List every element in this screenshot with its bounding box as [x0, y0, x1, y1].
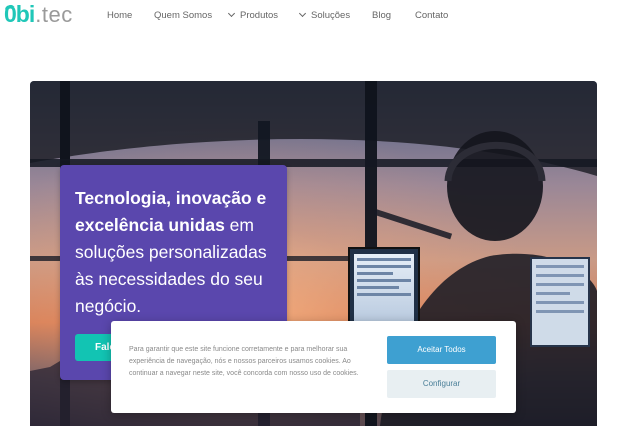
logo-word: .tec: [35, 2, 73, 27]
monitor-image: [530, 257, 590, 347]
nav-item-contato[interactable]: Contato: [415, 10, 448, 21]
nav-item-solucoes[interactable]: Soluções: [298, 9, 350, 21]
nav-item-produtos[interactable]: Produtos: [227, 9, 278, 21]
logo-mark: 0bi: [4, 1, 35, 27]
logo[interactable]: 0bi .tec: [4, 1, 73, 31]
cookie-banner: Para garantir que este site funcione cor…: [111, 321, 516, 413]
chevron-down-icon: [227, 9, 236, 18]
chevron-down-icon: [298, 9, 307, 18]
nav-item-blog[interactable]: Blog: [372, 10, 391, 21]
header: 0bi .tec Home Quem Somos Produtos Soluçõ…: [0, 0, 640, 34]
accept-all-button[interactable]: Aceitar Todos: [387, 336, 496, 364]
cookie-text: Para garantir que este site funcione cor…: [129, 346, 359, 377]
configure-button[interactable]: Configurar: [387, 370, 496, 398]
hero-headline: Tecnologia, inovação e excelência unidas…: [75, 188, 267, 316]
nav-item-quem-somos[interactable]: Quem Somos: [154, 10, 212, 21]
nav-item-home[interactable]: Home: [107, 10, 132, 21]
monitor-image: [348, 247, 420, 331]
